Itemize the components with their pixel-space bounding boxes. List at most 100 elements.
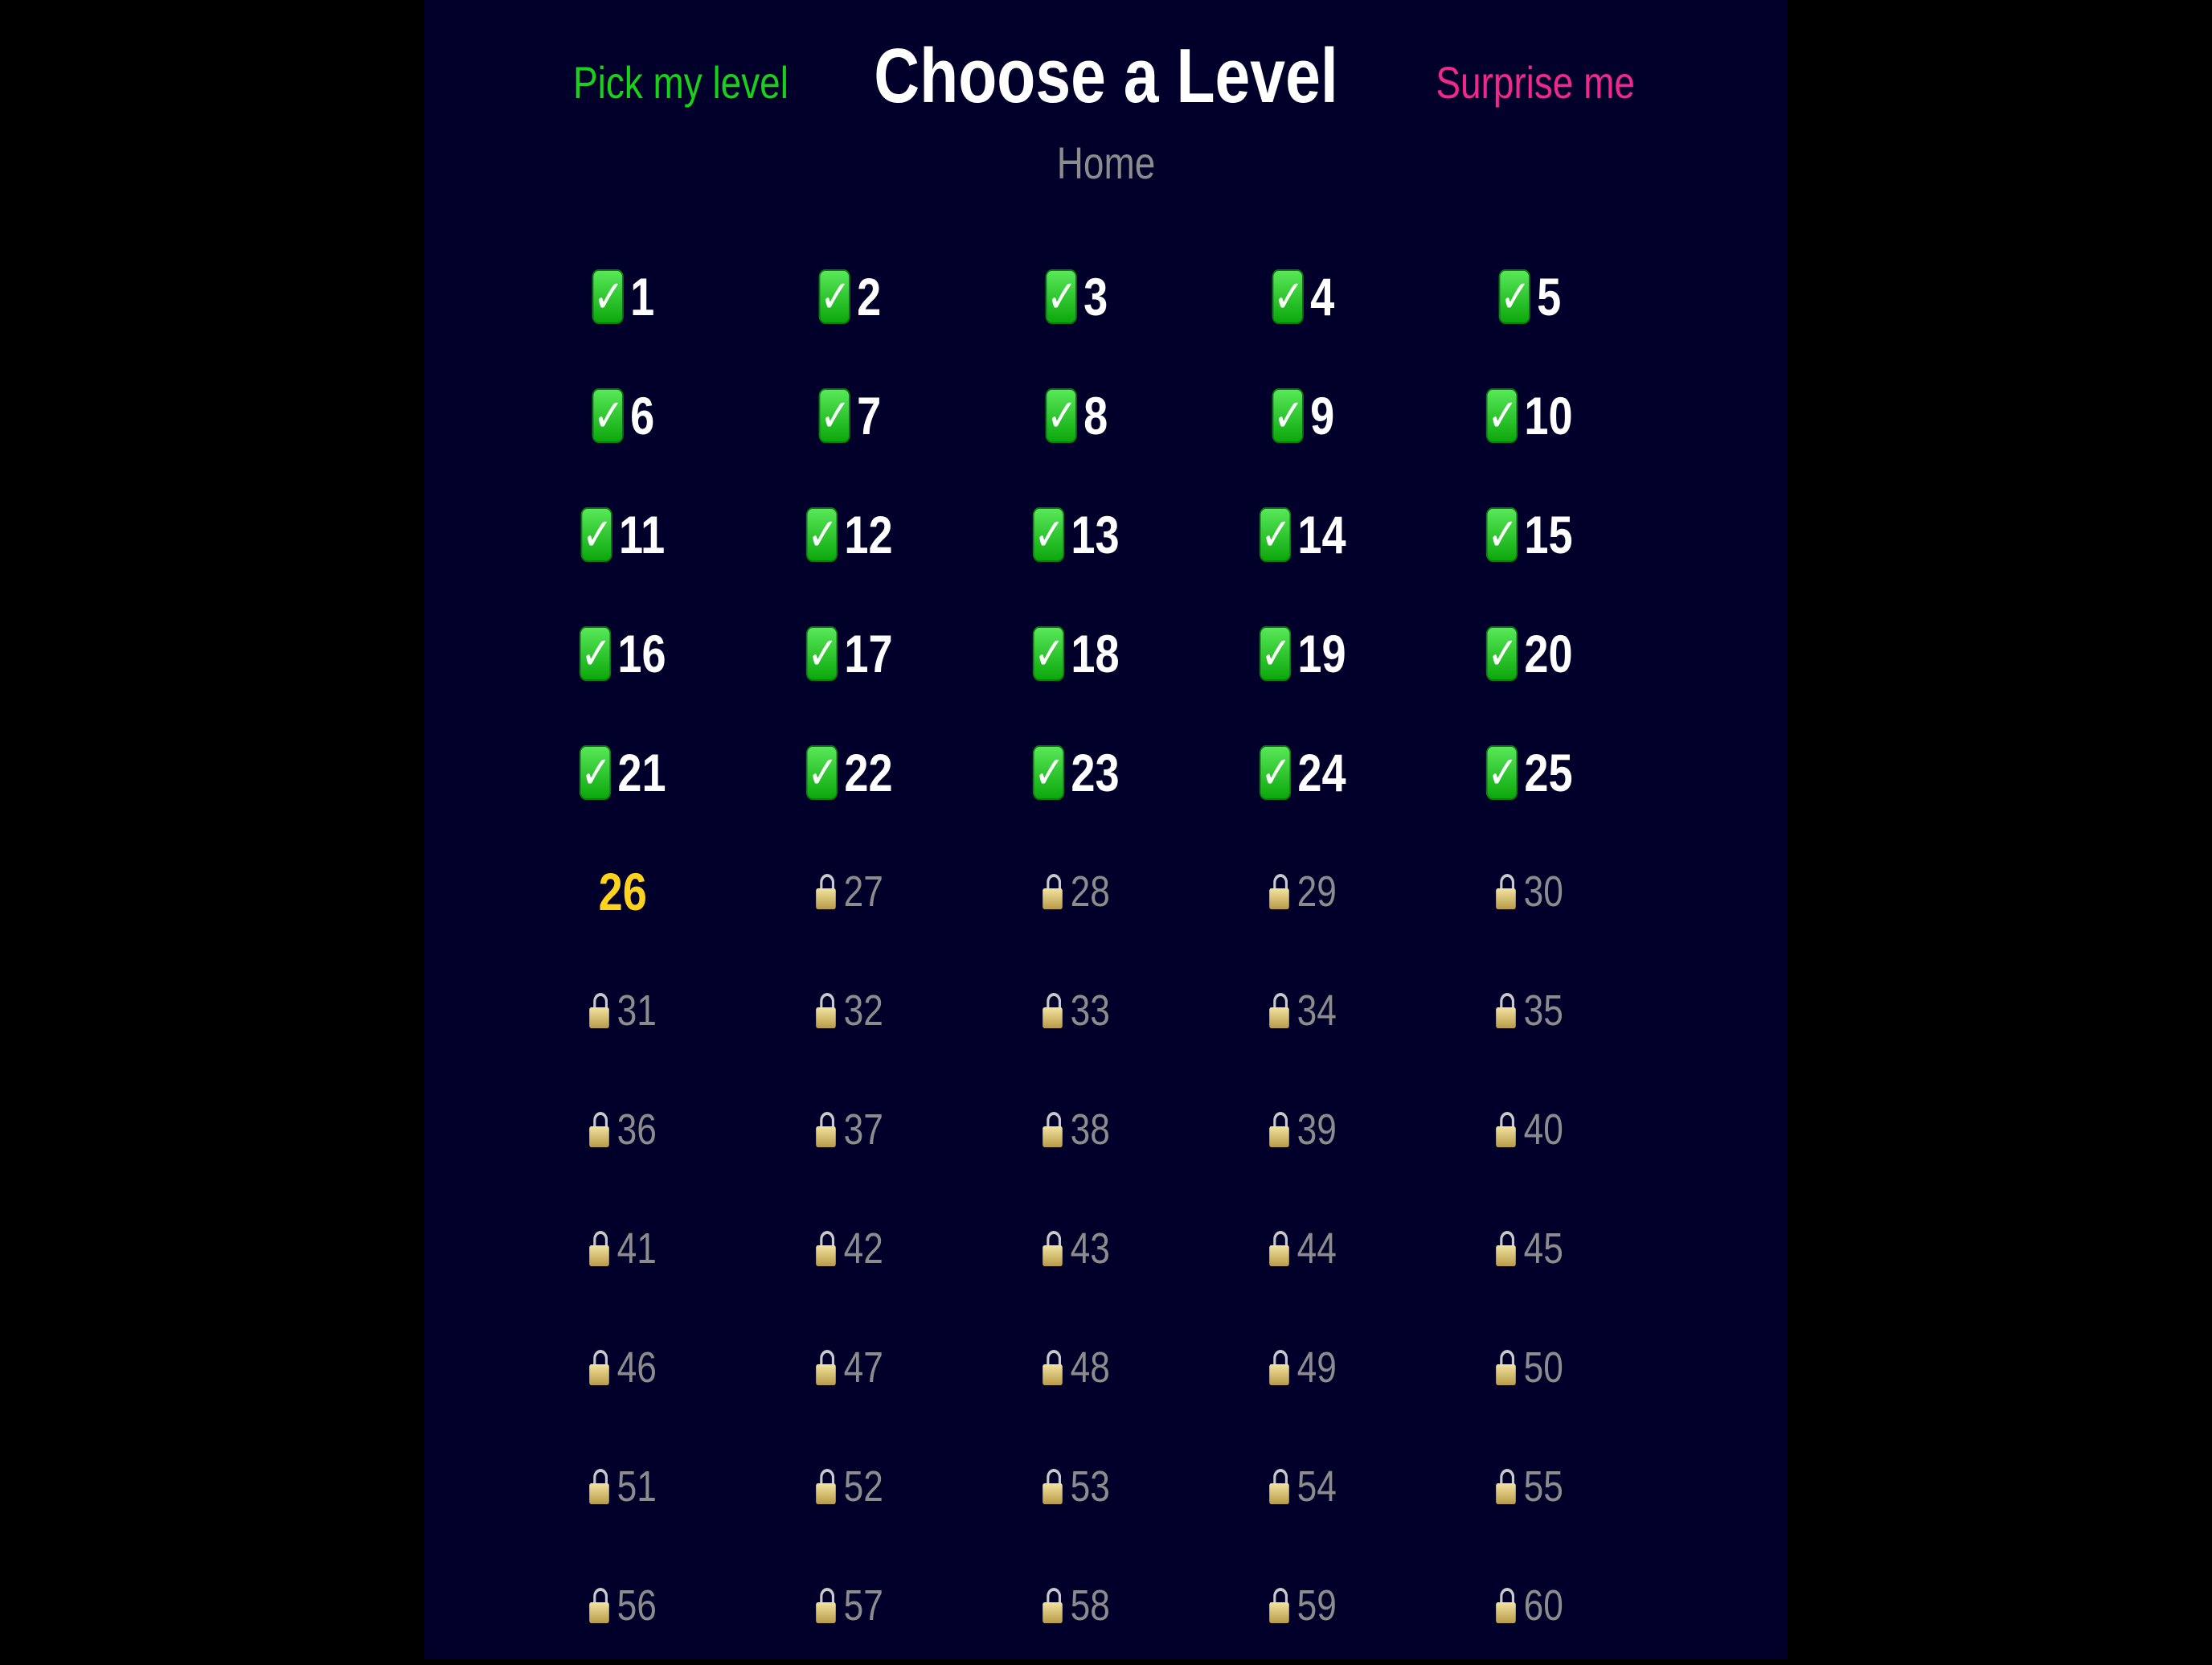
level-number: 39: [1296, 1105, 1337, 1154]
lock-body: [1269, 1602, 1289, 1623]
level-number: 31: [616, 986, 657, 1035]
check-mark-button-icon: ✓: [806, 507, 838, 562]
level-number: 53: [1070, 1462, 1110, 1511]
level-9-button[interactable]: ✓ 9: [1190, 356, 1416, 475]
level-number: 7: [856, 386, 881, 445]
level-15-button[interactable]: ✓ 15: [1416, 475, 1643, 594]
level-number: 40: [1523, 1105, 1563, 1154]
level-2-button[interactable]: ✓ 2: [736, 237, 963, 356]
level-cell-content: ✓ 10: [1486, 385, 1573, 446]
check-mark-button-icon: ✓: [1033, 507, 1065, 562]
check-mark-button-icon: ✓: [1498, 269, 1530, 324]
level-31-button: 31: [510, 951, 736, 1070]
level-4-button[interactable]: ✓ 4: [1190, 237, 1416, 356]
check-mark-button-icon: ✓: [806, 745, 838, 800]
level-6-button[interactable]: ✓ 6: [510, 356, 736, 475]
lock-icon: [1269, 993, 1289, 1028]
level-43-button: 43: [963, 1189, 1190, 1308]
check-mark-button-icon: ✓: [1033, 626, 1065, 681]
lock-body: [1269, 1364, 1289, 1385]
level-number: 27: [843, 867, 883, 916]
level-number: 54: [1296, 1462, 1337, 1511]
level-23-button[interactable]: ✓ 23: [963, 713, 1190, 832]
level-18-button[interactable]: ✓ 18: [963, 594, 1190, 713]
lock-body: [1269, 888, 1289, 909]
check-mark-button-icon: ✓: [1486, 388, 1518, 443]
check-mark-button-icon: ✓: [580, 745, 612, 800]
level-5-button[interactable]: ✓ 5: [1416, 237, 1643, 356]
level-14-button[interactable]: ✓ 14: [1190, 475, 1416, 594]
level-number: 5: [1536, 267, 1561, 326]
level-cell-content: 54: [1269, 1462, 1337, 1511]
level-cell-content: 28: [1043, 867, 1110, 917]
level-19-button[interactable]: ✓ 19: [1190, 594, 1416, 713]
check-mark-button-icon: ✓: [1260, 626, 1292, 681]
level-26-button[interactable]: 26: [510, 832, 736, 951]
level-cell-content: 27: [816, 867, 883, 917]
level-number: 59: [1296, 1581, 1337, 1630]
check-mark-button-icon: ✓: [1272, 269, 1304, 324]
level-10-button[interactable]: ✓ 10: [1416, 356, 1643, 475]
level-12-button[interactable]: ✓ 12: [736, 475, 963, 594]
level-number: 47: [843, 1343, 883, 1392]
check-mark-button-icon: ✓: [1045, 388, 1077, 443]
level-cell-content: 35: [1496, 986, 1563, 1035]
level-cell-content: 51: [589, 1462, 657, 1511]
level-number: 28: [1070, 867, 1110, 916]
level-cell-content: 55: [1496, 1462, 1563, 1511]
level-cell-content: ✓ 6: [592, 385, 654, 446]
level-1-button[interactable]: ✓ 1: [510, 237, 736, 356]
level-cell-content: 43: [1043, 1224, 1110, 1273]
lock-icon: [816, 993, 836, 1028]
lock-icon: [1269, 1588, 1289, 1623]
level-8-button[interactable]: ✓ 8: [963, 356, 1190, 475]
level-cell-content: ✓ 20: [1486, 623, 1573, 684]
level-11-button[interactable]: ✓ 11: [510, 475, 736, 594]
level-22-button[interactable]: ✓ 22: [736, 713, 963, 832]
level-cell-content: 29: [1269, 867, 1337, 917]
level-cell-content: ✓ 16: [580, 623, 666, 684]
check-mark-button-icon: ✓: [580, 507, 613, 562]
lock-body: [1269, 1007, 1289, 1028]
lock-icon: [1269, 1112, 1289, 1147]
level-cell-content: ✓ 13: [1033, 504, 1120, 565]
level-number: 32: [843, 986, 883, 1035]
level-38-button: 38: [963, 1070, 1190, 1189]
lock-icon: [1043, 1588, 1063, 1623]
level-number: 46: [616, 1343, 657, 1392]
level-grid: ✓ 1 ✓ 2 ✓ 3 ✓ 4 ✓ 5 ✓ 6 ✓ 7 ✓ 8 ✓ 9 ✓ 10 ✓ 11 ✓ 12 ✓ 13 ✓ 14 ✓ 15 ✓ 16 ✓…: [510, 237, 1643, 1665]
check-mark-button-icon: ✓: [1486, 507, 1518, 562]
level-13-button[interactable]: ✓ 13: [963, 475, 1190, 594]
level-25-button[interactable]: ✓ 25: [1416, 713, 1643, 832]
surprise-me-link[interactable]: Surprise me: [1436, 56, 1635, 109]
level-number: 60: [1523, 1581, 1563, 1630]
level-7-button[interactable]: ✓ 7: [736, 356, 963, 475]
level-55-button: 55: [1416, 1427, 1643, 1546]
level-cell-content: ✓ 1: [592, 266, 654, 327]
lock-icon: [1269, 1231, 1289, 1266]
level-24-button[interactable]: ✓ 24: [1190, 713, 1416, 832]
level-20-button[interactable]: ✓ 20: [1416, 594, 1643, 713]
level-number: 10: [1524, 386, 1573, 445]
lock-icon: [589, 1350, 609, 1385]
level-number: 11: [619, 505, 666, 564]
level-39-button: 39: [1190, 1070, 1416, 1189]
level-3-button[interactable]: ✓ 3: [963, 237, 1190, 356]
level-21-button[interactable]: ✓ 21: [510, 713, 736, 832]
home-link[interactable]: Home: [547, 137, 1665, 189]
level-number: 34: [1296, 986, 1337, 1035]
level-number: 1: [629, 267, 654, 326]
level-57-button: 57: [736, 1546, 963, 1665]
level-cell-content: ✓ 14: [1260, 504, 1346, 565]
lock-body: [589, 1483, 609, 1504]
level-17-button[interactable]: ✓ 17: [736, 594, 963, 713]
lock-icon: [589, 1231, 609, 1266]
level-58-button: 58: [963, 1546, 1190, 1665]
lock-body: [1043, 888, 1063, 909]
level-number: 25: [1524, 743, 1573, 802]
level-number: 37: [843, 1105, 883, 1154]
level-number: 14: [1297, 505, 1346, 564]
level-16-button[interactable]: ✓ 16: [510, 594, 736, 713]
level-number: 16: [617, 624, 666, 683]
level-number: 45: [1523, 1224, 1563, 1273]
